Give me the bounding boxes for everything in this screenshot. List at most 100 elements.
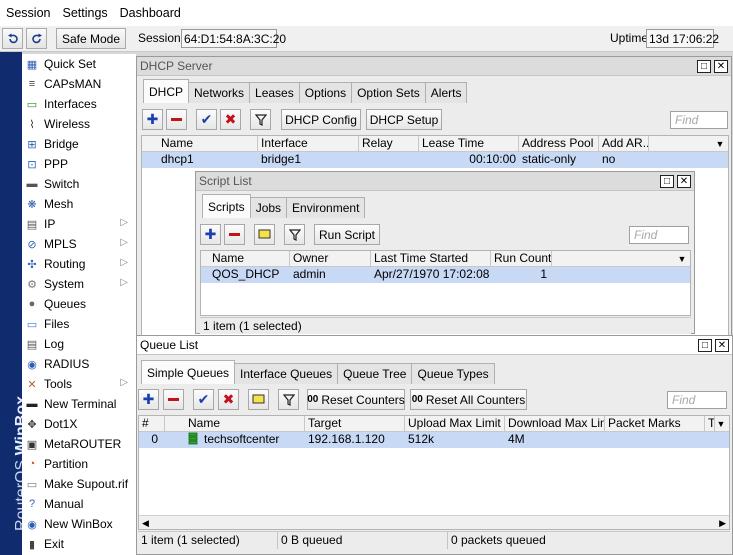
comment-button[interactable]: [254, 224, 275, 245]
close-button[interactable]: ✕: [677, 175, 691, 188]
tab-interface-queues[interactable]: Interface Queues: [234, 363, 339, 384]
tab-dhcp[interactable]: DHCP: [143, 79, 190, 103]
tab-alerts[interactable]: Alerts: [424, 82, 468, 103]
sidebar-item-radius[interactable]: ◉ RADIUS: [22, 354, 136, 374]
enable-button[interactable]: ✔: [196, 109, 217, 130]
sidebar-item-mpls[interactable]: ⊘ MPLS ▷: [22, 234, 136, 254]
sidebar-item-switch[interactable]: ▬ Switch: [22, 174, 136, 194]
sidebar-item-exit[interactable]: ▮ Exit: [22, 534, 136, 554]
script-find-input[interactable]: Find: [629, 226, 689, 244]
menubar: Session Settings Dashboard: [0, 0, 733, 26]
tab-jobs[interactable]: Jobs: [249, 197, 288, 218]
session-field[interactable]: 64:D1:54:8A:3C:20: [181, 29, 286, 48]
redo-button[interactable]: [26, 28, 47, 49]
col-last-time-started[interactable]: Last Time Started: [371, 251, 491, 267]
filter-button[interactable]: [250, 109, 271, 130]
col-packet-marks[interactable]: Packet Marks: [605, 416, 705, 432]
close-button[interactable]: ✕: [714, 60, 728, 73]
disable-button[interactable]: ✖: [220, 109, 241, 130]
add-button[interactable]: ✚: [138, 389, 159, 410]
horizontal-scrollbar[interactable]: ◀ ▶: [139, 515, 729, 529]
table-row[interactable]: QOS_DHCP admin Apr/27/1970 17:02:08 1: [201, 267, 690, 283]
sidebar-item-log[interactable]: ▤ Log: [22, 334, 136, 354]
dhcp-setup-button[interactable]: DHCP Setup: [366, 109, 442, 130]
menu-dashboard[interactable]: Dashboard: [114, 6, 187, 20]
col-name[interactable]: Name: [158, 136, 258, 152]
col-upload-max-limit[interactable]: Upload Max Limit: [405, 416, 505, 432]
tab-option-sets[interactable]: Option Sets: [351, 82, 426, 103]
enable-button[interactable]: ✔: [193, 389, 214, 410]
queue-find-input[interactable]: Find: [667, 391, 727, 409]
sidebar-item-quick-set[interactable]: ▦ Quick Set: [22, 54, 136, 74]
sidebar-item-new-terminal[interactable]: ▬ New Terminal: [22, 394, 136, 414]
col-download-max-limit[interactable]: Download Max Limit: [505, 416, 605, 432]
sidebar-item-metarouter[interactable]: ▣ MetaROUTER: [22, 434, 136, 454]
col-lease-time[interactable]: Lease Time: [419, 136, 519, 152]
col-interface[interactable]: Interface: [258, 136, 359, 152]
dhcp-config-button[interactable]: DHCP Config: [281, 109, 361, 130]
sidebar-item-queues[interactable]: ● Queues: [22, 294, 136, 314]
sidebar-item-bridge[interactable]: ⊞ Bridge: [22, 134, 136, 154]
sidebar-item-manual[interactable]: ? Manual: [22, 494, 136, 514]
sidebar-item-dot1x[interactable]: ✥ Dot1X: [22, 414, 136, 434]
disable-button[interactable]: ✖: [218, 389, 239, 410]
add-button[interactable]: ✚: [142, 109, 163, 130]
remove-button[interactable]: [163, 389, 184, 410]
menu-settings[interactable]: Settings: [56, 6, 113, 20]
sidebar-item-capsman[interactable]: ≡ CAPsMAN: [22, 74, 136, 94]
tab-queue-types[interactable]: Queue Types: [411, 363, 495, 384]
sidebar-item-wireless[interactable]: ⌇ Wireless: [22, 114, 136, 134]
col-address-pool[interactable]: Address Pool: [519, 136, 599, 152]
sidebar-item-make-supout-rif[interactable]: ▭ Make Supout.rif: [22, 474, 136, 494]
tab-queue-tree[interactable]: Queue Tree: [337, 363, 413, 384]
col-name[interactable]: Name: [185, 416, 305, 432]
menu-session[interactable]: Session: [0, 6, 56, 20]
tab-environment[interactable]: Environment: [286, 197, 366, 218]
col-number[interactable]: #: [139, 416, 165, 432]
safe-mode-button[interactable]: Safe Mode: [56, 28, 126, 49]
remove-button[interactable]: [224, 224, 245, 245]
col-name[interactable]: Name: [209, 251, 290, 267]
col-run-count[interactable]: Run Count: [491, 251, 552, 267]
sidebar-item-interfaces[interactable]: ▭ Interfaces: [22, 94, 136, 114]
table-row[interactable]: dhcp1 bridge1 00:10:00 static-only no: [142, 152, 728, 168]
table-row[interactable]: 0 techsoftcenter 192.168.1.120 512k 4M: [139, 432, 729, 448]
sidebar-item-new-winbox[interactable]: ◉ New WinBox: [22, 514, 136, 534]
columns-dropdown[interactable]: ▼: [712, 136, 728, 152]
run-script-button[interactable]: Run Script: [314, 224, 380, 245]
col-relay[interactable]: Relay: [359, 136, 419, 152]
comment-button[interactable]: [248, 389, 269, 410]
sidebar-item-mesh[interactable]: ❋ Mesh: [22, 194, 136, 214]
sidebar-item-routing[interactable]: ✣ Routing ▷: [22, 254, 136, 274]
close-button[interactable]: ✕: [715, 339, 729, 352]
sidebar-item-tools[interactable]: ✕ Tools ▷: [22, 374, 136, 394]
sidebar-item-system[interactable]: ⚙ System ▷: [22, 274, 136, 294]
filter-button[interactable]: [278, 389, 299, 410]
undo-button[interactable]: [2, 28, 23, 49]
reset-counters-button[interactable]: 00 Reset Counters: [307, 389, 405, 410]
tab-networks[interactable]: Networks: [188, 82, 251, 103]
maximize-button[interactable]: □: [660, 175, 674, 188]
columns-dropdown[interactable]: ▼: [713, 416, 729, 432]
remove-button[interactable]: [166, 109, 187, 130]
filter-button[interactable]: [284, 224, 305, 245]
scroll-left-icon[interactable]: ◀: [142, 518, 149, 529]
scroll-right-icon[interactable]: ▶: [719, 518, 726, 529]
sidebar-item-ppp[interactable]: ⊡ PPP: [22, 154, 136, 174]
sidebar-item-partition[interactable]: ◔ Partition: [22, 454, 136, 474]
col-owner[interactable]: Owner: [290, 251, 371, 267]
sidebar-item-files[interactable]: ▭ Files: [22, 314, 136, 334]
col-target[interactable]: Target: [305, 416, 405, 432]
add-button[interactable]: ✚: [200, 224, 221, 245]
tab-simple-queues[interactable]: Simple Queues: [141, 360, 236, 384]
dhcp-find-input[interactable]: Find: [670, 111, 728, 129]
tab-options[interactable]: Options: [298, 82, 353, 103]
sidebar-item-ip[interactable]: ▤ IP ▷: [22, 214, 136, 234]
maximize-button[interactable]: □: [697, 60, 711, 73]
tab-scripts[interactable]: Scripts: [202, 194, 251, 218]
reset-all-counters-button[interactable]: 00 Reset All Counters: [410, 389, 527, 410]
columns-dropdown[interactable]: ▼: [674, 251, 690, 267]
maximize-button[interactable]: □: [698, 339, 712, 352]
col-add-arp[interactable]: Add AR...: [599, 136, 649, 152]
tab-leases[interactable]: Leases: [249, 82, 300, 103]
